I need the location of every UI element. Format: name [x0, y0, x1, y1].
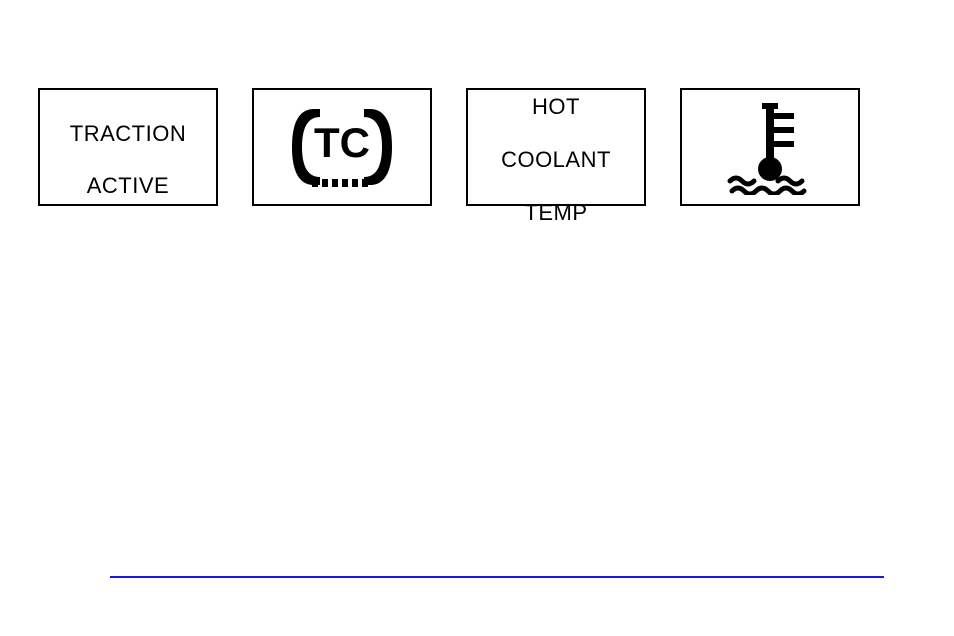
hot-coolant-temp-indicator: HOT COOLANT TEMP	[466, 88, 646, 206]
traction-active-line1: TRACTION	[70, 121, 186, 146]
traction-control-symbol-indicator: TC	[252, 88, 432, 206]
tc-text: TC	[314, 119, 370, 166]
coolant-temperature-symbol-indicator	[680, 88, 860, 206]
hot-coolant-line3: TEMP	[524, 200, 587, 225]
hot-coolant-line1: HOT	[532, 94, 580, 119]
traction-active-line2: ACTIVE	[87, 173, 169, 198]
traction-active-indicator: TRACTION ACTIVE	[38, 88, 218, 206]
thermometer-icon	[710, 99, 830, 195]
hot-coolant-label: HOT COOLANT TEMP	[501, 68, 611, 226]
footer-divider	[110, 576, 884, 578]
indicator-row: TRACTION ACTIVE TC HOT COOLANT TEMP	[38, 88, 860, 206]
hot-coolant-line2: COOLANT	[501, 147, 611, 172]
traction-active-label: TRACTION ACTIVE	[70, 94, 186, 200]
traction-control-icon: TC	[282, 99, 402, 195]
